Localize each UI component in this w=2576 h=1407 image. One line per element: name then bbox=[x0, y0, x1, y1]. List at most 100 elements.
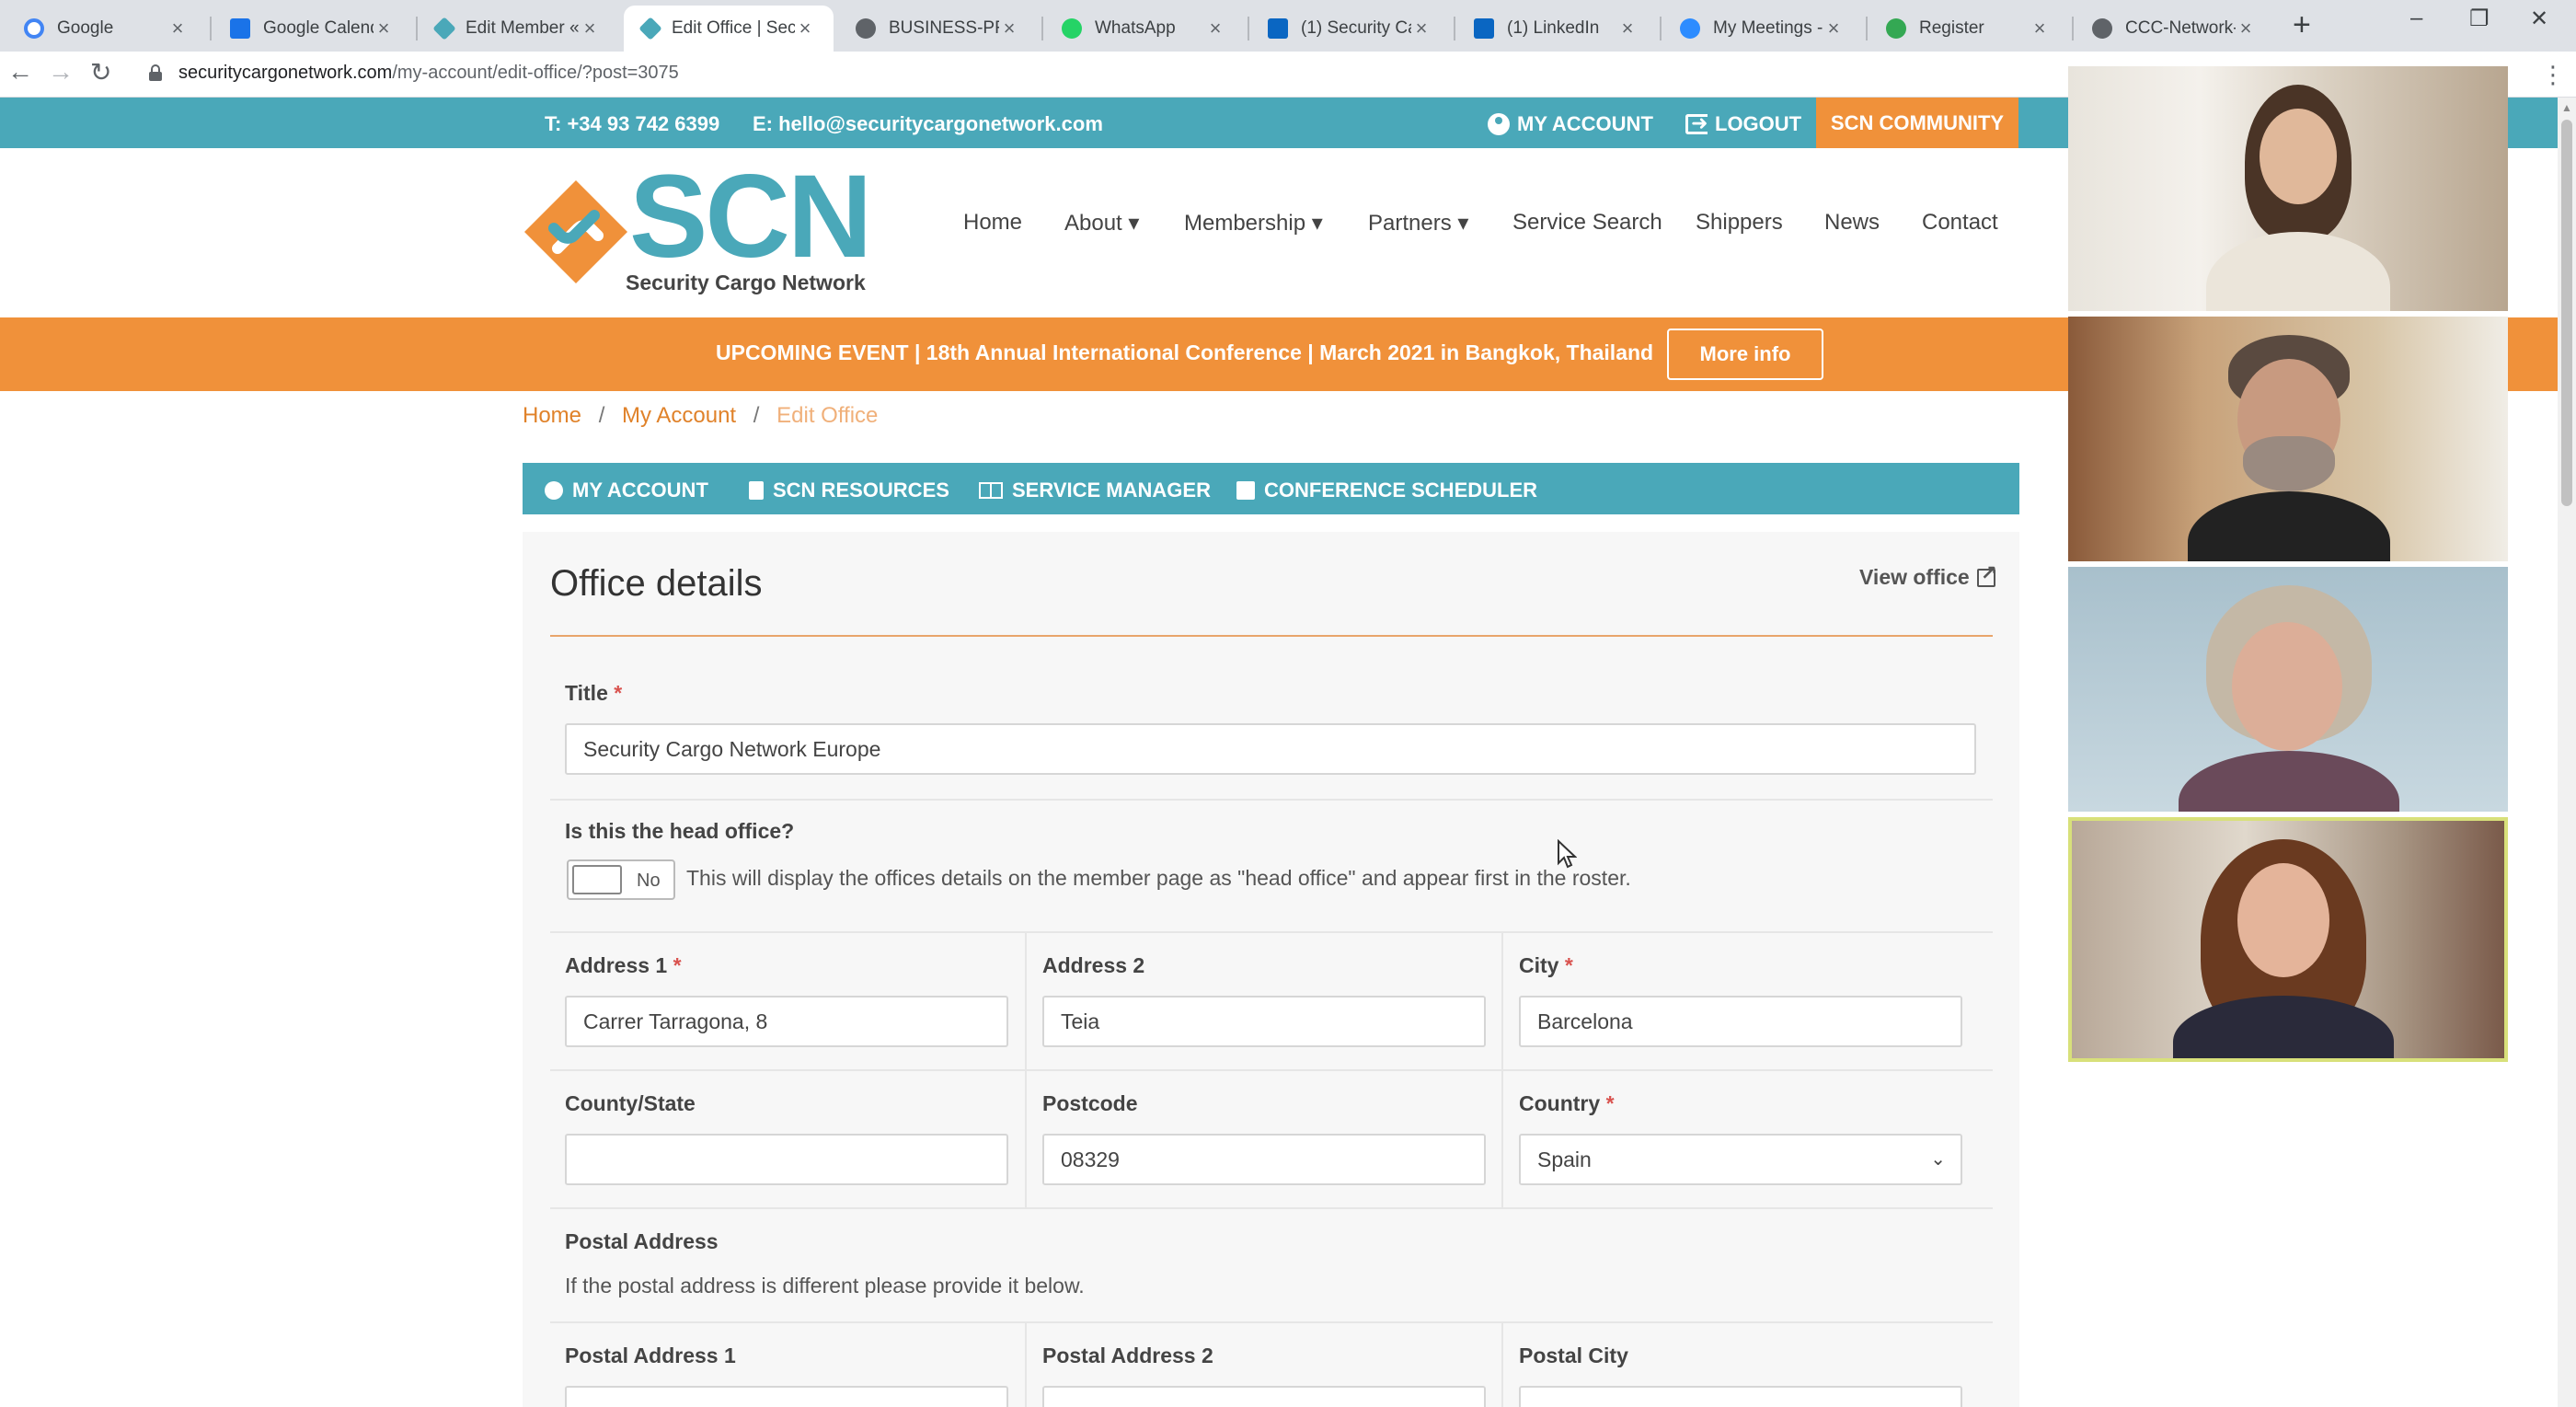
back-arrow-icon[interactable]: ← bbox=[7, 57, 33, 86]
close-icon[interactable]: × bbox=[2236, 17, 2256, 40]
nav-item-service-search[interactable]: Service Search bbox=[1512, 210, 1662, 236]
scrollbar-thumb[interactable] bbox=[2561, 120, 2572, 506]
close-icon[interactable]: × bbox=[2030, 17, 2050, 40]
more-info-button[interactable]: More info bbox=[1667, 329, 1823, 380]
view-office-link[interactable]: View office bbox=[1859, 561, 1997, 590]
scn-logo-mark-icon bbox=[524, 180, 627, 283]
new-tab-button[interactable]: + bbox=[2293, 7, 2311, 43]
zoom-icon bbox=[1680, 18, 1700, 39]
participant-image bbox=[2206, 85, 2390, 311]
calendar-icon bbox=[1236, 481, 1255, 500]
tab-service-manager[interactable]: SERVICE MANAGER bbox=[979, 479, 1211, 502]
my-account-link[interactable]: MY ACCOUNT bbox=[1488, 112, 1653, 136]
page-title: Office details bbox=[550, 563, 763, 604]
globe-icon bbox=[856, 18, 876, 39]
video-tile-participant[interactable] bbox=[2068, 66, 2508, 311]
postal-city-input[interactable] bbox=[1519, 1386, 1962, 1407]
postal-address2-input[interactable] bbox=[1042, 1386, 1486, 1407]
close-icon[interactable]: × bbox=[999, 17, 1019, 40]
tab-label: SCN RESOURCES bbox=[773, 479, 949, 502]
tab-label: Edit Member « Se bbox=[466, 18, 580, 38]
minimize-icon[interactable]: – bbox=[2410, 6, 2422, 31]
head-office-toggle[interactable]: No bbox=[567, 859, 675, 900]
close-icon[interactable]: × bbox=[1617, 17, 1638, 40]
view-office-label: View office bbox=[1859, 565, 1970, 589]
close-icon[interactable]: × bbox=[1411, 17, 1432, 40]
browser-tab-register[interactable]: Register × bbox=[1868, 6, 2068, 52]
url-field[interactable]: securitycargonetwork.com/my-account/edit… bbox=[178, 63, 679, 84]
browser-tab-edit-member[interactable]: Edit Member « Se × bbox=[418, 6, 618, 52]
browser-menu-icon[interactable]: ⋮ bbox=[2541, 61, 2565, 89]
logout-icon bbox=[1685, 111, 1708, 135]
nav-item-partners[interactable]: Partners ▾ bbox=[1368, 210, 1468, 236]
forward-arrow-icon[interactable]: → bbox=[48, 57, 74, 86]
column-divider bbox=[1025, 1323, 1027, 1407]
browser-tab-calendar[interactable]: Google Calendar × bbox=[212, 6, 412, 52]
lock-icon bbox=[149, 64, 162, 81]
close-icon[interactable]: × bbox=[1823, 17, 1844, 40]
contact-phone[interactable]: T: +34 93 742 6399 bbox=[545, 112, 719, 136]
nav-item-about[interactable]: About ▾ bbox=[1064, 210, 1139, 236]
country-selected-value: Spain bbox=[1537, 1148, 1592, 1171]
row-divider bbox=[550, 1321, 1993, 1323]
page-scrollbar[interactable]: ▲ bbox=[2558, 98, 2576, 1407]
nav-item-membership[interactable]: Membership ▾ bbox=[1184, 210, 1323, 236]
city-input[interactable] bbox=[1519, 996, 1962, 1047]
browser-tab-linkedin[interactable]: (1) LinkedIn × bbox=[1455, 6, 1656, 52]
nav-item-news[interactable]: News bbox=[1824, 210, 1880, 236]
toggle-knob bbox=[572, 865, 622, 894]
browser-tab-security-cargo[interactable]: (1) Security Carg × bbox=[1249, 6, 1450, 52]
window-close-icon[interactable]: ✕ bbox=[2530, 6, 2548, 32]
user-circle-icon bbox=[1488, 113, 1510, 135]
row-divider bbox=[550, 931, 1993, 933]
tab-label: MY ACCOUNT bbox=[572, 479, 708, 502]
nav-item-shippers[interactable]: Shippers bbox=[1696, 210, 1783, 236]
scn-community-button[interactable]: SCN COMMUNITY bbox=[1816, 98, 2018, 148]
video-tile-active-speaker[interactable] bbox=[2068, 817, 2508, 1062]
tab-my-account[interactable]: MY ACCOUNT bbox=[545, 479, 708, 502]
browser-tab-edit-office[interactable]: Edit Office | Secu × bbox=[624, 6, 834, 52]
required-marker: * bbox=[614, 681, 623, 705]
breadcrumb-home[interactable]: Home bbox=[523, 403, 581, 428]
required-marker: * bbox=[673, 953, 682, 977]
address1-input[interactable] bbox=[565, 996, 1008, 1047]
close-icon[interactable]: × bbox=[1205, 17, 1225, 40]
browser-tab-google[interactable]: Google × bbox=[6, 6, 206, 52]
close-icon[interactable]: × bbox=[167, 17, 188, 40]
scn-logo[interactable]: SCN Security Cargo Network bbox=[521, 158, 872, 300]
restore-icon[interactable]: ❐ bbox=[2469, 6, 2490, 32]
tab-scn-resources[interactable]: SCN RESOURCES bbox=[749, 479, 949, 502]
tab-conference-scheduler[interactable]: CONFERENCE SCHEDULER bbox=[1236, 479, 1537, 502]
close-icon[interactable]: × bbox=[580, 17, 600, 40]
reload-icon[interactable]: ↻ bbox=[90, 57, 111, 87]
nav-item-contact[interactable]: Contact bbox=[1922, 210, 1998, 236]
logout-link[interactable]: LOGOUT bbox=[1685, 111, 1802, 136]
close-icon[interactable]: × bbox=[374, 17, 394, 40]
head-office-hint: This will display the offices details on… bbox=[686, 866, 1631, 890]
nav-item-home[interactable]: Home bbox=[963, 210, 1022, 236]
google-icon bbox=[24, 18, 44, 39]
video-tile-participant[interactable] bbox=[2068, 567, 2508, 812]
scroll-up-icon[interactable]: ▲ bbox=[2561, 101, 2572, 114]
contact-email[interactable]: E: hello@securitycargonetwork.com bbox=[753, 112, 1103, 136]
postal-address1-input[interactable] bbox=[565, 1386, 1008, 1407]
browser-tab-business[interactable]: BUSINESS-PRESE × bbox=[837, 6, 1038, 52]
video-tile-participant[interactable] bbox=[2068, 317, 2508, 561]
address2-input[interactable] bbox=[1042, 996, 1486, 1047]
browser-tab-whatsapp[interactable]: WhatsApp × bbox=[1043, 6, 1244, 52]
address1-label: Address 1 * bbox=[565, 953, 682, 978]
country-select[interactable]: Spain ⌄ bbox=[1519, 1134, 1962, 1185]
office-details-panel: Office details View office Title * Is th… bbox=[523, 532, 2019, 1407]
tab-label: CCC-Network-A bbox=[2125, 18, 2236, 38]
browser-tab-ccc-network[interactable]: CCC-Network-A × bbox=[2074, 6, 2274, 52]
table-icon bbox=[979, 482, 1003, 499]
account-tabs: MY ACCOUNT SCN RESOURCES SERVICE MANAGER… bbox=[523, 463, 2019, 514]
title-input[interactable] bbox=[565, 723, 1976, 775]
postcode-input[interactable] bbox=[1042, 1134, 1486, 1185]
file-icon bbox=[749, 481, 764, 500]
county-input[interactable] bbox=[565, 1134, 1008, 1185]
close-icon[interactable]: × bbox=[795, 17, 815, 40]
logout-label: LOGOUT bbox=[1715, 112, 1802, 135]
browser-tab-my-meetings[interactable]: My Meetings - Z × bbox=[1662, 6, 1862, 52]
breadcrumb-my-account[interactable]: My Account bbox=[622, 403, 736, 428]
